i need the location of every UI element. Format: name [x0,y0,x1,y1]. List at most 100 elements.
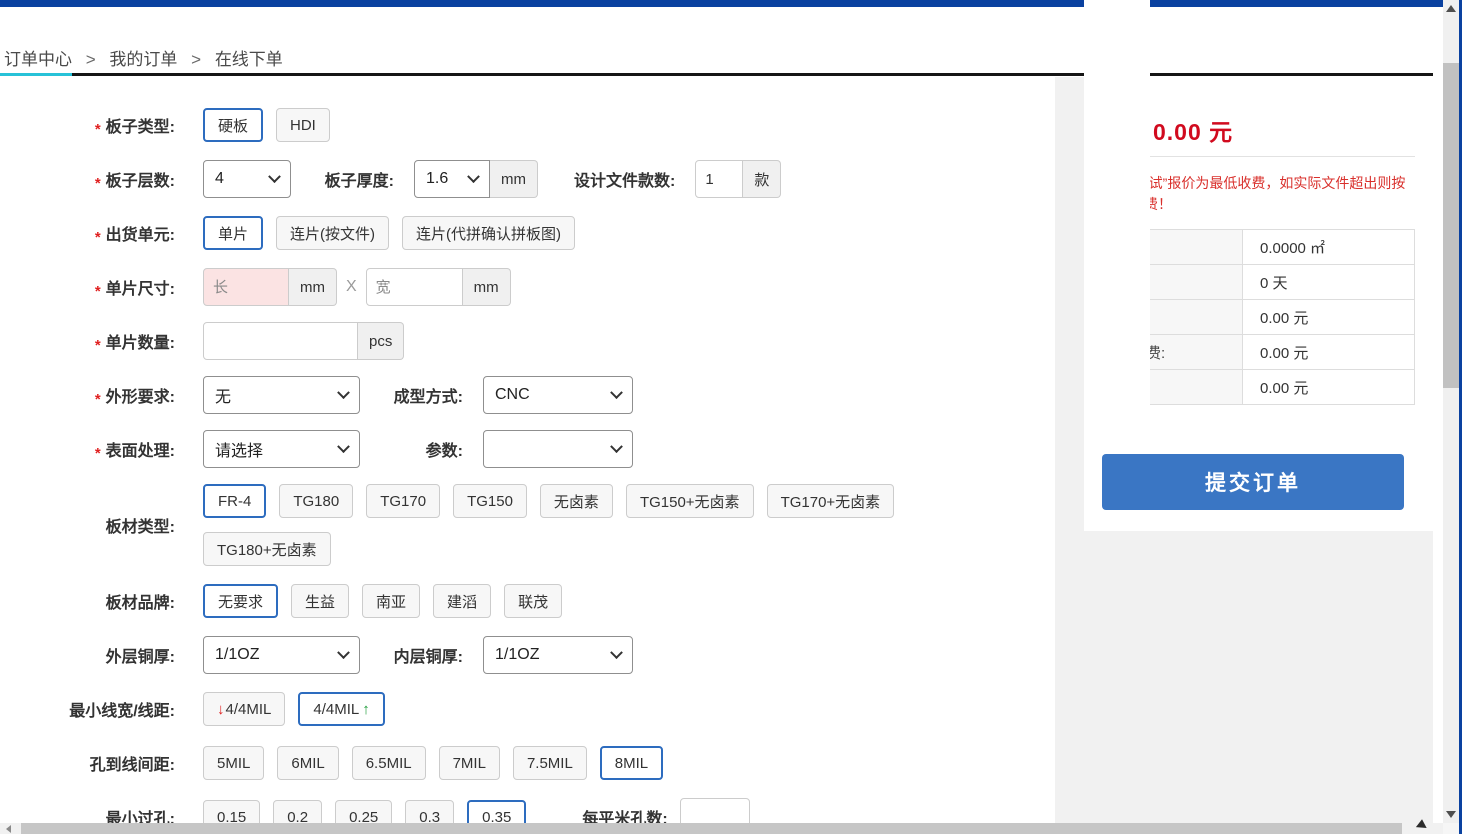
hole-to-line-option-7mil[interactable]: 7MIL [439,746,500,780]
form-row-piece-qty: *单片数量: pcs [0,322,1055,360]
scroll-left-button[interactable] [0,823,17,834]
scroll-down-button[interactable] [1443,806,1459,823]
outer-copper-select[interactable]: 1/1OZ [203,636,360,674]
piece-length-input[interactable] [203,268,289,306]
outer-copper-select-value: 1/1OZ [215,646,259,664]
material-brand-option-any[interactable]: 无要求 [203,584,278,618]
param-select[interactable] [483,430,633,468]
piece-qty-group: pcs [203,322,404,360]
material-type-option-tg170[interactable]: TG170 [366,484,440,518]
header-divider-accent-card [1084,0,1150,454]
breadcrumb: 订单中心 > 我的订单 > 在线下单 [4,45,283,70]
material-type-option-tg170-halogen-free[interactable]: TG170+无卤素 [767,484,895,518]
summary-area-value: 0.0000 ㎡ [1243,230,1415,265]
chevron-down-icon [610,386,623,399]
chevron-down-icon [268,170,281,183]
required-asterisk: * [95,229,101,246]
min-trace-down-text: 4/4MIL [226,701,272,718]
min-trace-label: 最小线宽/线距: [0,697,203,721]
inner-copper-select[interactable]: 1/1OZ [483,636,633,674]
piece-length-group: mm [203,268,337,306]
piece-qty-unit: pcs [358,322,404,360]
layers-select[interactable]: 4 [203,160,291,198]
inner-copper-label: 内层铜厚: [385,643,463,667]
material-brand-option-nanya[interactable]: 南亚 [362,584,420,618]
breadcrumb-order-center[interactable]: 订单中心 [4,50,72,69]
breadcrumb-my-orders[interactable]: 我的订单 [109,50,177,69]
form-row-board-type: *板子类型: 硬板 HDI [0,106,1055,144]
hole-to-line-option-6-5mil[interactable]: 6.5MIL [352,746,426,780]
form-row-min-trace: 最小线宽/线距: ↓ 4/4MIL 4/4MIL ↑ [0,690,1055,728]
surface-label: *表面处理: [0,437,203,461]
summary-engineering-fee-value: 0.00 元 [1243,335,1415,370]
material-type-option-halogen-free[interactable]: 无卤素 [540,484,613,518]
vertical-scrollbar-thumb[interactable] [1443,63,1459,388]
material-brand-label: 板材品牌: [0,589,203,613]
thickness-unit: mm [490,160,538,198]
param-label: 参数: [385,437,463,461]
material-type-option-tg150-halogen-free[interactable]: TG150+无卤素 [626,484,754,518]
vertical-scrollbar[interactable] [1443,0,1459,834]
chevron-down-icon [610,440,623,453]
required-asterisk: * [95,337,101,354]
material-type-options: FR-4 TG180 TG170 TG150 无卤素 TG150+无卤素 TG1… [203,484,907,566]
top-navigation-bar [0,0,1443,7]
material-type-option-tg180[interactable]: TG180 [279,484,353,518]
piece-size-x-separator: X [346,278,357,296]
form-row-hole-to-line: 孔到线间距: 5MIL 6MIL 6.5MIL 7MIL 7.5MIL 8MIL [0,744,1055,782]
scroll-left-arrow-icon [6,825,11,833]
design-files-input[interactable] [695,160,743,198]
ship-unit-label: *出货单元: [0,221,203,245]
required-asterisk: * [95,445,101,462]
forming-select[interactable]: CNC [483,376,633,414]
horizontal-scrollbar[interactable] [0,823,1443,834]
horizontal-scrollbar-thumb[interactable] [21,823,1402,834]
piece-width-unit: mm [463,268,511,306]
material-brand-option-lianmao[interactable]: 联茂 [504,584,562,618]
design-files-unit: 款 [743,160,781,198]
min-trace-up-text: 4/4MIL [313,701,359,718]
arrow-up-icon: ↑ [362,701,370,718]
outline-label: *外形要求: [0,383,203,407]
hole-to-line-option-7-5mil[interactable]: 7.5MIL [513,746,587,780]
page: 订单中心 > 我的订单 > 在线下单 *板子类型: 硬板 HDI *板子层数: … [0,0,1462,834]
scroll-down-arrow-icon [1446,811,1456,818]
scroll-up-button[interactable] [1443,0,1459,17]
piece-length-unit: mm [289,268,337,306]
submit-order-button[interactable]: 提交订单 [1102,454,1404,510]
board-type-option-hdi[interactable]: HDI [276,108,330,142]
breadcrumb-separator: > [191,50,201,69]
design-files-label: 设计文件款数: [574,167,675,191]
material-type-option-tg180-halogen-free[interactable]: TG180+无卤素 [203,532,331,566]
thickness-select[interactable]: 1.6 [414,160,490,198]
scroll-up-arrow-icon [1446,5,1456,12]
form-row-layers: *板子层数: 4 板子厚度: 1.6 mm 设计文件款数: 款 [0,160,1055,198]
form-row-surface: *表面处理: 请选择 参数: [0,430,1055,468]
ship-unit-option-panel-by-file[interactable]: 连片(按文件) [276,216,389,250]
form-row-outline: *外形要求: 无 成型方式: CNC [0,376,1055,414]
summary-tax-value: 0.00 元 [1243,370,1415,405]
material-brand-option-kingboard[interactable]: 建滔 [433,584,491,618]
min-trace-option-down[interactable]: ↓ 4/4MIL [203,692,285,726]
piece-qty-input[interactable] [203,322,358,360]
hole-to-line-option-6mil[interactable]: 6MIL [277,746,338,780]
header-divider-accent-left [0,73,72,76]
hole-to-line-option-8mil[interactable]: 8MIL [600,746,663,780]
breadcrumb-online-order[interactable]: 在线下单 [215,50,283,69]
material-type-option-fr4[interactable]: FR-4 [203,484,266,518]
required-asterisk: * [95,283,101,300]
forming-select-value: CNC [495,386,530,404]
surface-select[interactable]: 请选择 [203,430,360,468]
ship-unit-option-single[interactable]: 单片 [203,216,263,250]
chevron-down-icon [467,170,480,183]
required-asterisk: * [95,391,101,408]
ship-unit-option-panel-confirm[interactable]: 连片(代拼确认拼板图) [402,216,575,250]
outline-select[interactable]: 无 [203,376,360,414]
hole-to-line-option-5mil[interactable]: 5MIL [203,746,264,780]
piece-width-input[interactable] [366,268,463,306]
material-type-option-tg150[interactable]: TG150 [453,484,527,518]
arrow-down-icon: ↓ [217,701,225,718]
board-type-option-rigid[interactable]: 硬板 [203,108,263,142]
min-trace-option-up[interactable]: 4/4MIL ↑ [298,692,384,726]
material-brand-option-shengyi[interactable]: 生益 [291,584,349,618]
